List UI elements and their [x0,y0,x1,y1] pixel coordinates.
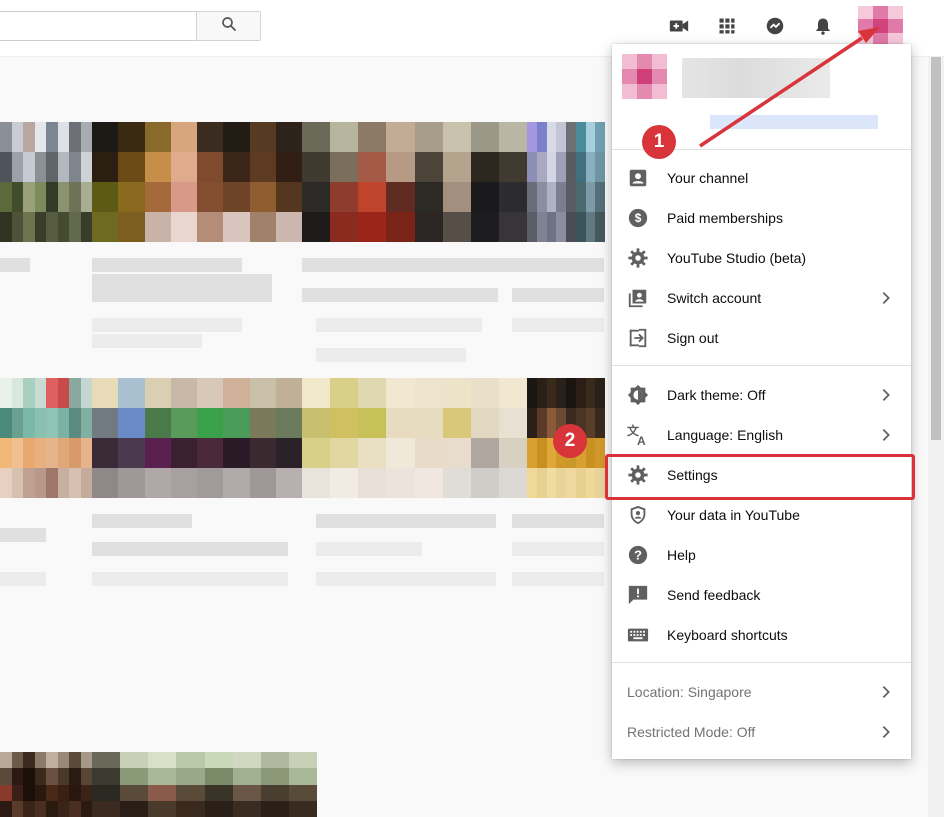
menu-item-location[interactable]: Location: Singapore [612,672,911,712]
video-meta-blur [316,348,466,362]
chevron-right-icon [874,680,898,704]
video-meta-blur [512,318,604,332]
video-title-blur [316,514,496,528]
messages-icon[interactable] [763,14,787,38]
menu-item-send-feedback[interactable]: Send feedback [612,575,911,615]
person-icon [626,166,650,190]
menu-item-keyboard-shortcuts[interactable]: Keyboard shortcuts [612,615,911,655]
menu-item-label: Language: English [667,427,783,443]
video-title-blur [0,258,30,272]
video-meta-blur [92,334,202,348]
gear-icon [626,246,650,270]
video-meta-blur [316,572,496,586]
menu-item-switch-account[interactable]: Switch account [612,278,911,318]
video-thumbnail[interactable] [302,378,527,498]
menu-item-dark-theme[interactable]: Dark theme: Off [612,375,911,415]
video-title-blur [512,288,604,302]
chevron-right-icon [874,383,898,407]
menu-item-youtube-studio[interactable]: YouTube Studio (beta) [612,238,911,278]
dark-theme-icon [626,383,650,407]
video-thumbnail[interactable] [92,122,302,242]
menu-item-language[interactable]: 文A Language: English [612,415,911,455]
switch-account-icon [626,286,650,310]
keyboard-icon [626,623,650,647]
menu-item-paid-memberships[interactable]: $ Paid memberships [612,198,911,238]
menu-item-label: Help [667,547,696,563]
video-meta-blur [0,572,46,586]
video-thumbnail[interactable] [92,752,317,817]
menu-item-label: Keyboard shortcuts [667,627,788,643]
account-email-blur [710,115,878,129]
step-1-badge: 1 [642,125,676,159]
account-avatar-button[interactable] [858,6,903,46]
scrollbar-thumb[interactable] [931,4,941,440]
menu-item-restricted-mode[interactable]: Restricted Mode: Off [612,712,911,752]
menu-item-label: Switch account [667,290,762,306]
video-meta-blur [316,318,482,332]
menu-item-label: Dark theme: Off [667,387,766,403]
search-input[interactable] [0,11,196,41]
help-icon: ? [626,543,650,567]
create-video-icon[interactable] [667,14,691,38]
video-meta-blur [512,542,604,556]
video-thumbnail[interactable] [527,122,605,242]
apps-grid-icon[interactable] [715,14,739,38]
menu-item-label: Sign out [667,330,719,346]
video-thumbnail[interactable] [302,122,527,242]
chevron-right-icon [874,286,898,310]
video-title-blur [0,528,46,542]
menu-item-label: Location: Singapore [627,684,752,700]
sign-out-icon [626,326,650,350]
menu-divider [612,662,911,663]
video-title-blur [512,514,604,528]
video-meta-blur [316,542,422,556]
svg-text:$: $ [635,211,642,225]
notifications-bell-icon[interactable] [811,14,835,38]
chevron-right-icon [874,423,898,447]
video-meta-blur [92,318,242,332]
video-thumbnail[interactable] [0,378,92,498]
svg-text:A: A [637,434,646,447]
menu-item-label: Restricted Mode: Off [627,724,756,740]
video-thumbnail[interactable] [92,378,302,498]
settings-highlight-box [605,454,915,500]
menu-item-label: Send feedback [667,587,761,603]
menu-item-label: Your data in YouTube [667,507,800,523]
video-title-blur [302,258,522,272]
video-title-blur [512,258,604,272]
video-thumbnail[interactable] [0,122,92,242]
step-2-badge: 2 [553,424,587,458]
menu-item-your-data[interactable]: Your data in YouTube [612,495,911,535]
video-thumbnail[interactable] [0,752,92,817]
shield-person-icon [626,503,650,527]
video-title-blur [92,542,288,556]
search-button[interactable] [196,11,261,41]
dollar-icon: $ [626,206,650,230]
menu-item-label: Paid memberships [667,210,783,226]
translate-icon: 文A [626,423,650,447]
menu-item-your-channel[interactable]: Your channel [612,158,911,198]
menu-item-sign-out[interactable]: Sign out [612,318,911,358]
menu-item-help[interactable]: ? Help [612,535,911,575]
feedback-icon [626,583,650,607]
video-title-blur [92,288,272,302]
menu-avatar [622,54,667,99]
video-meta-blur [512,572,604,586]
menu-item-label: Your channel [667,170,749,186]
menu-item-label: YouTube Studio (beta) [667,250,807,266]
video-title-blur [92,274,272,288]
search-icon [220,15,238,38]
video-title-blur [302,288,498,302]
menu-divider [612,365,911,366]
chevron-right-icon [874,720,898,744]
video-title-blur [92,514,192,528]
video-title-blur [92,258,242,272]
video-meta-blur [92,572,288,586]
svg-text:?: ? [634,548,642,563]
account-name-blur [682,58,830,98]
